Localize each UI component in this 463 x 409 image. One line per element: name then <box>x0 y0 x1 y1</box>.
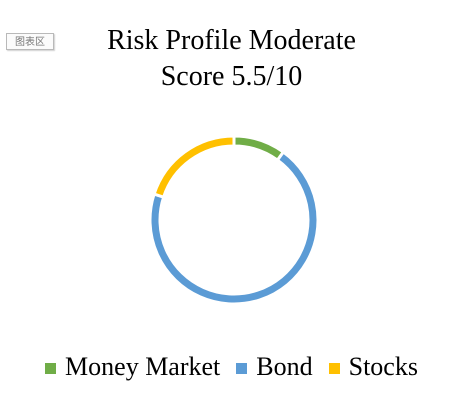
legend-item-money-market: Money Market <box>45 352 220 382</box>
legend-item-stocks: Stocks <box>328 352 418 382</box>
legend-label-bond: Bond <box>256 352 313 381</box>
slice-stocks <box>152 134 236 199</box>
slice-money-market <box>232 134 285 162</box>
legend-swatch-bond <box>236 362 248 374</box>
doughnut-chart <box>148 134 320 306</box>
legend-swatch-stocks <box>328 362 340 374</box>
legend-label-money-market: Money Market <box>65 352 221 381</box>
chart-legend: Money Market Bond Stocks <box>0 349 463 385</box>
legend-swatch-money-market <box>45 362 57 374</box>
legend-item-bond: Bond <box>236 352 313 382</box>
legend-label-stocks: Stocks <box>348 352 418 381</box>
